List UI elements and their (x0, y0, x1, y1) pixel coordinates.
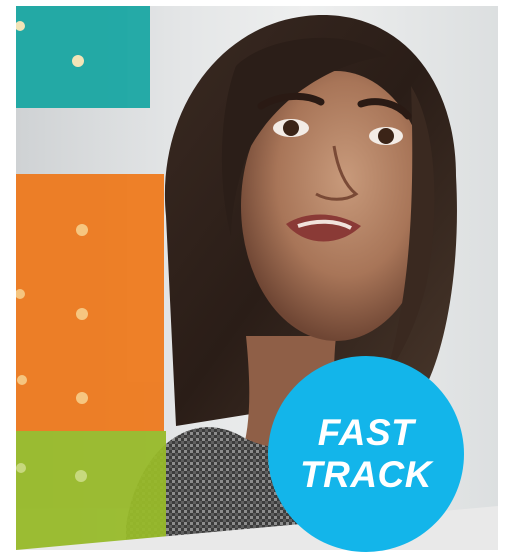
fast-track-badge: FAST TRACK (268, 356, 464, 552)
badge-line-1: FAST (317, 412, 415, 453)
hero-image-card: FAST TRACK (0, 0, 513, 554)
badge-line-2: TRACK (300, 454, 432, 495)
